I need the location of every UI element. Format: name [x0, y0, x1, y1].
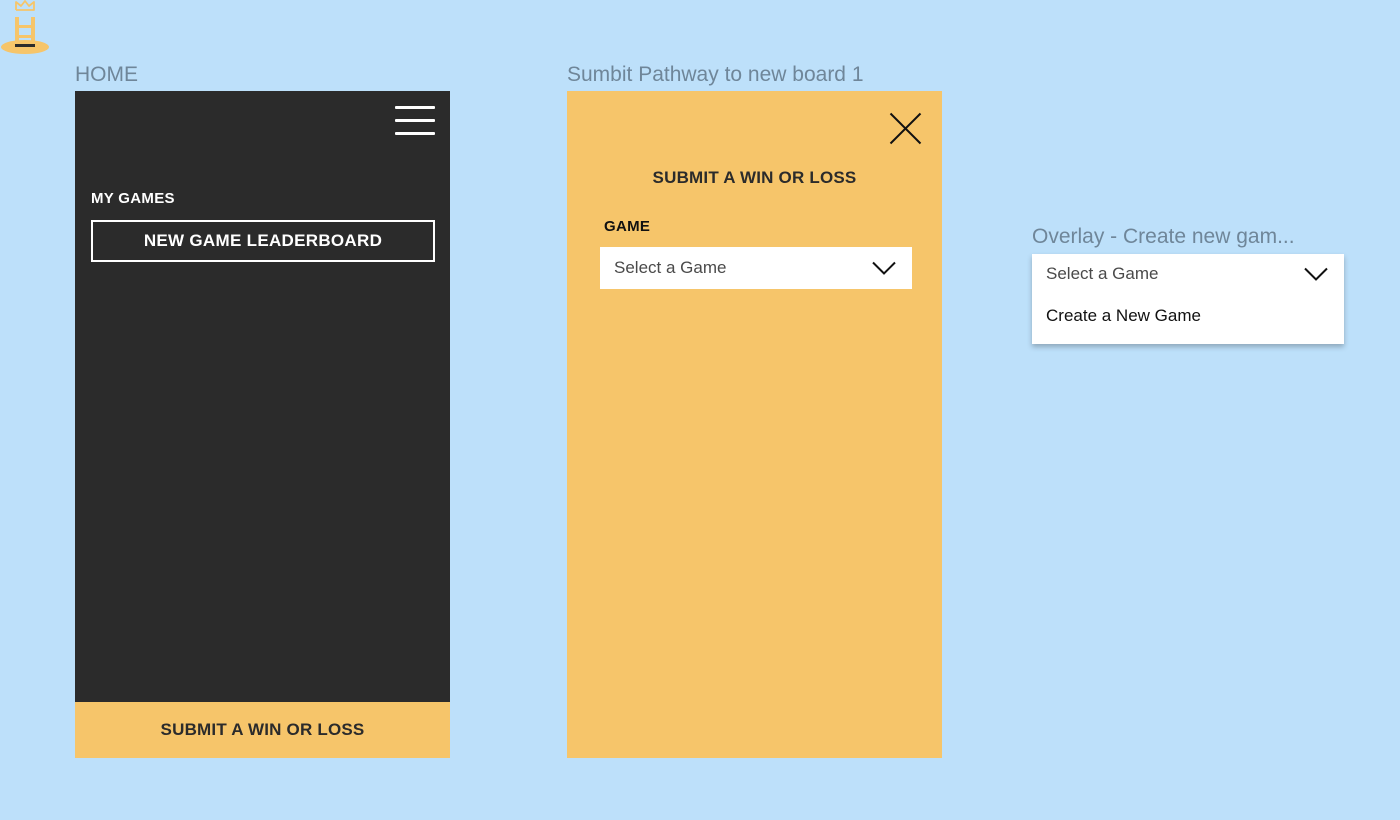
submit-title: SUBMIT A WIN OR LOSS	[652, 168, 857, 187]
game-select-open-value: Select a Game	[1046, 264, 1159, 283]
create-new-game-option[interactable]: Create a New Game	[1046, 306, 1201, 326]
frame-label-submit: Sumbit Pathway to new board 1	[567, 63, 864, 86]
hamburger-menu-icon[interactable]	[395, 106, 435, 136]
submit-win-loss-button[interactable]: SUBMIT A WIN OR LOSS	[75, 702, 450, 758]
ladder-crown-logo-icon	[1, 0, 49, 54]
game-field-label: GAME	[604, 218, 651, 235]
game-select-value: Select a Game	[614, 258, 727, 277]
close-icon[interactable]	[889, 112, 922, 145]
chevron-down-icon	[872, 261, 896, 275]
my-games-heading: MY GAMES	[91, 190, 175, 207]
new-game-leaderboard-button[interactable]: NEW GAME LEADERBOARD	[91, 220, 435, 262]
frame-label-home: HOME	[75, 63, 138, 86]
game-select[interactable]: Select a Game	[600, 247, 912, 289]
chevron-down-icon	[1304, 267, 1328, 281]
frame-label-overlay: Overlay - Create new gam...	[1032, 225, 1295, 248]
game-select-open[interactable]: Select a Game	[1032, 254, 1344, 294]
submit-screen	[567, 91, 942, 758]
game-dropdown-overlay: Select a Game Create a New Game	[1032, 254, 1344, 344]
